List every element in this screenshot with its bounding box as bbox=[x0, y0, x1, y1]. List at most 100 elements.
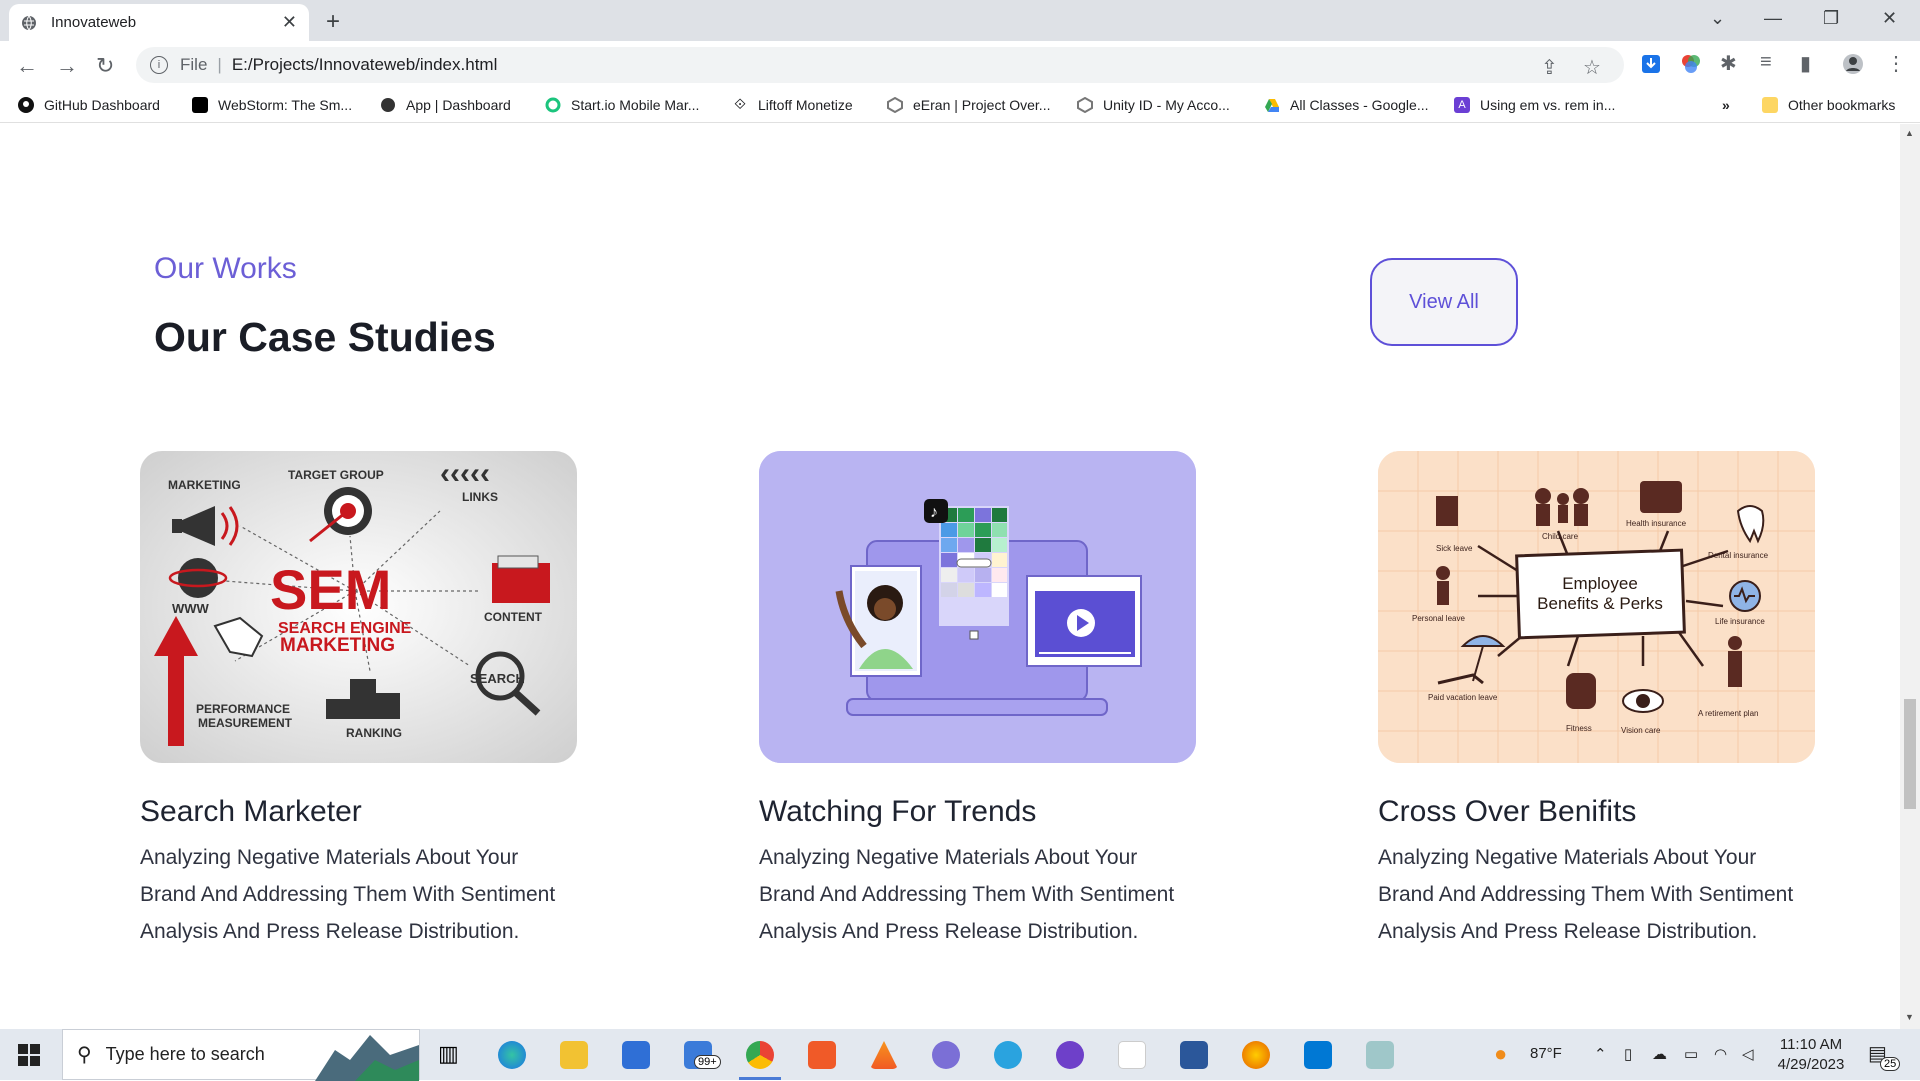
globe-icon bbox=[381, 98, 395, 112]
notification-badge: 25 bbox=[1880, 1057, 1901, 1071]
reading-list-icon[interactable]: ≡ bbox=[1760, 51, 1772, 74]
bookmark-app-dashboard[interactable]: App | Dashboard bbox=[380, 97, 511, 113]
benefits-center-line2: Benefits & Perks bbox=[1537, 594, 1663, 613]
tray-chevron-up-icon[interactable]: ⌃ bbox=[1594, 1045, 1607, 1063]
chevron-down-icon[interactable]: ⌄ bbox=[1710, 8, 1725, 29]
globe-icon bbox=[22, 15, 36, 30]
bookmark-label: GitHub Dashboard bbox=[44, 97, 160, 113]
fitness-icon bbox=[1566, 673, 1596, 709]
tile-grid bbox=[939, 506, 1009, 640]
benefit-label: Health insurance bbox=[1626, 519, 1687, 528]
case-study-card[interactable]: ♪ Watching For Trends Analyzing Negative… bbox=[759, 451, 1196, 950]
bookmark-github[interactable]: GitHub Dashboard bbox=[18, 97, 160, 113]
sem-sub2: MARKETING bbox=[280, 635, 395, 656]
case-study-card[interactable]: Employee Benefits & Perks Sick leave Chi… bbox=[1378, 451, 1815, 950]
scroll-up-arrow-icon[interactable]: ▲ bbox=[1905, 128, 1914, 138]
tray-device-icon[interactable]: ▯ bbox=[1624, 1045, 1632, 1063]
bookmark-webstorm[interactable]: WebStorm: The Sm... bbox=[192, 97, 352, 113]
bookmark-star-icon[interactable]: ☆ bbox=[1583, 55, 1601, 80]
sem-label-measurement: MEASUREMENT bbox=[198, 716, 293, 730]
minimize-icon[interactable]: — bbox=[1764, 8, 1782, 29]
copilot-icon[interactable] bbox=[932, 1041, 960, 1069]
windows-start-icon[interactable] bbox=[18, 1044, 40, 1066]
search-highlight-image bbox=[315, 1035, 419, 1081]
vscode-icon[interactable] bbox=[1304, 1041, 1332, 1069]
address-bar[interactable]: i File | E:/Projects/Innovateweb/index.h… bbox=[136, 47, 1624, 83]
volume-icon[interactable]: ◁ bbox=[1742, 1045, 1754, 1063]
view-all-button[interactable]: View All bbox=[1370, 258, 1518, 346]
forward-icon[interactable]: → bbox=[56, 53, 78, 79]
file-explorer-icon[interactable] bbox=[560, 1041, 588, 1069]
weather-icon[interactable]: ● bbox=[1494, 1041, 1507, 1067]
share-icon[interactable]: ⇪ bbox=[1541, 55, 1558, 80]
word-icon[interactable] bbox=[1180, 1041, 1208, 1069]
bookmark-em-vs-rem[interactable]: A Using em vs. rem in... bbox=[1454, 97, 1615, 113]
case-study-card[interactable]: MARKETING TARGET GROUP LINKS WWW CONTENT… bbox=[140, 451, 577, 950]
notepad-icon[interactable] bbox=[1366, 1041, 1394, 1069]
github-desktop-icon[interactable] bbox=[1056, 1041, 1084, 1069]
github-icon bbox=[18, 97, 34, 113]
bookmark-label: Using em vs. rem in... bbox=[1480, 97, 1616, 113]
mongodb-icon[interactable] bbox=[1118, 1041, 1146, 1069]
bookmarks-bar: GitHub Dashboard WebStorm: The Sm... App… bbox=[0, 89, 1920, 123]
restore-icon[interactable]: ❐ bbox=[1823, 8, 1839, 29]
wifi-icon[interactable]: ◠ bbox=[1714, 1045, 1727, 1063]
benefit-label: Paid vacation leave bbox=[1428, 693, 1498, 702]
bookmark-label: Start.io Mobile Mar... bbox=[571, 97, 700, 113]
close-tab-icon[interactable]: ✕ bbox=[282, 12, 297, 33]
close-window-icon[interactable]: ✕ bbox=[1882, 8, 1897, 29]
scroll-down-arrow-icon[interactable]: ▼ bbox=[1905, 1012, 1914, 1022]
folder-icon bbox=[492, 555, 550, 603]
chrome-icon[interactable] bbox=[746, 1041, 774, 1069]
tiktok-icon: ♪ bbox=[924, 499, 948, 523]
bookmark-label: WebStorm: The Sm... bbox=[218, 97, 353, 113]
card-title: Watching For Trends bbox=[759, 795, 1037, 828]
sem-label-content: CONTENT bbox=[484, 610, 543, 624]
brave-icon[interactable] bbox=[808, 1041, 836, 1069]
info-icon[interactable]: i bbox=[150, 56, 168, 74]
card-description: Analyzing Negative Materials About Your … bbox=[140, 846, 556, 943]
edge-icon[interactable] bbox=[498, 1041, 526, 1069]
onedrive-icon[interactable]: ☁ bbox=[1652, 1045, 1667, 1063]
task-view-icon[interactable]: ▥ bbox=[438, 1041, 466, 1069]
heart-monitor-icon bbox=[1729, 580, 1761, 612]
family-icon bbox=[1535, 488, 1551, 504]
other-bookmarks[interactable]: Other bookmarks bbox=[1762, 97, 1895, 113]
mail-badge: 99+ bbox=[694, 1055, 721, 1069]
unity-icon bbox=[887, 97, 903, 113]
new-tab-icon[interactable]: + bbox=[326, 8, 340, 36]
extensions-puzzle-icon[interactable]: ✱ bbox=[1720, 51, 1737, 76]
browser-tab[interactable]: Innovateweb ✕ bbox=[9, 4, 309, 41]
bookmark-liftoff[interactable]: ⟐ Liftoff Monetize bbox=[732, 97, 853, 114]
bookmark-all-classes[interactable]: All Classes - Google... bbox=[1264, 97, 1429, 113]
bookmarks-overflow[interactable]: » bbox=[1722, 97, 1730, 113]
bookmark-startio[interactable]: Start.io Mobile Mar... bbox=[545, 97, 699, 113]
benefit-label: Fitness bbox=[1566, 724, 1592, 733]
battery-icon[interactable]: ▭ bbox=[1684, 1045, 1698, 1063]
firefox-icon[interactable] bbox=[1242, 1041, 1270, 1069]
side-panel-icon[interactable]: ▮ bbox=[1800, 51, 1811, 76]
download-extension-icon[interactable] bbox=[1640, 53, 1662, 75]
taskbar-clock[interactable]: 11:10 AM 4/29/2023 bbox=[1766, 1035, 1856, 1075]
bookmark-unity-id[interactable]: Unity ID - My Acco... bbox=[1077, 97, 1230, 113]
article-icon: A bbox=[1454, 97, 1470, 113]
person-waving-icon bbox=[835, 565, 922, 677]
sem-label-performance: PERFORMANCE bbox=[196, 702, 290, 716]
store-icon[interactable] bbox=[622, 1041, 650, 1069]
bookmark-eeran[interactable]: eEran | Project Over... bbox=[887, 97, 1050, 113]
webstorm-icon bbox=[192, 97, 208, 113]
reload-icon[interactable]: ↻ bbox=[96, 53, 114, 79]
taskbar-search[interactable]: ⚲ Type here to search bbox=[62, 1029, 420, 1081]
profile-avatar-icon[interactable] bbox=[1842, 53, 1864, 75]
card-description: Analyzing Negative Materials About Your … bbox=[759, 846, 1175, 943]
scroll-thumb[interactable] bbox=[1904, 699, 1916, 809]
sem-label-target: TARGET GROUP bbox=[288, 468, 384, 482]
video-player-icon bbox=[1026, 575, 1142, 667]
page-scrollbar[interactable]: ▲ ▼ bbox=[1900, 124, 1920, 1029]
telegram-icon[interactable] bbox=[994, 1041, 1022, 1069]
back-icon[interactable]: ← bbox=[16, 53, 38, 79]
vlc-icon[interactable] bbox=[870, 1041, 898, 1069]
color-picker-extension-icon[interactable] bbox=[1680, 53, 1702, 75]
menu-kebab-icon[interactable]: ⋮ bbox=[1886, 51, 1906, 76]
weather-temp[interactable]: 87°F bbox=[1530, 1045, 1562, 1062]
